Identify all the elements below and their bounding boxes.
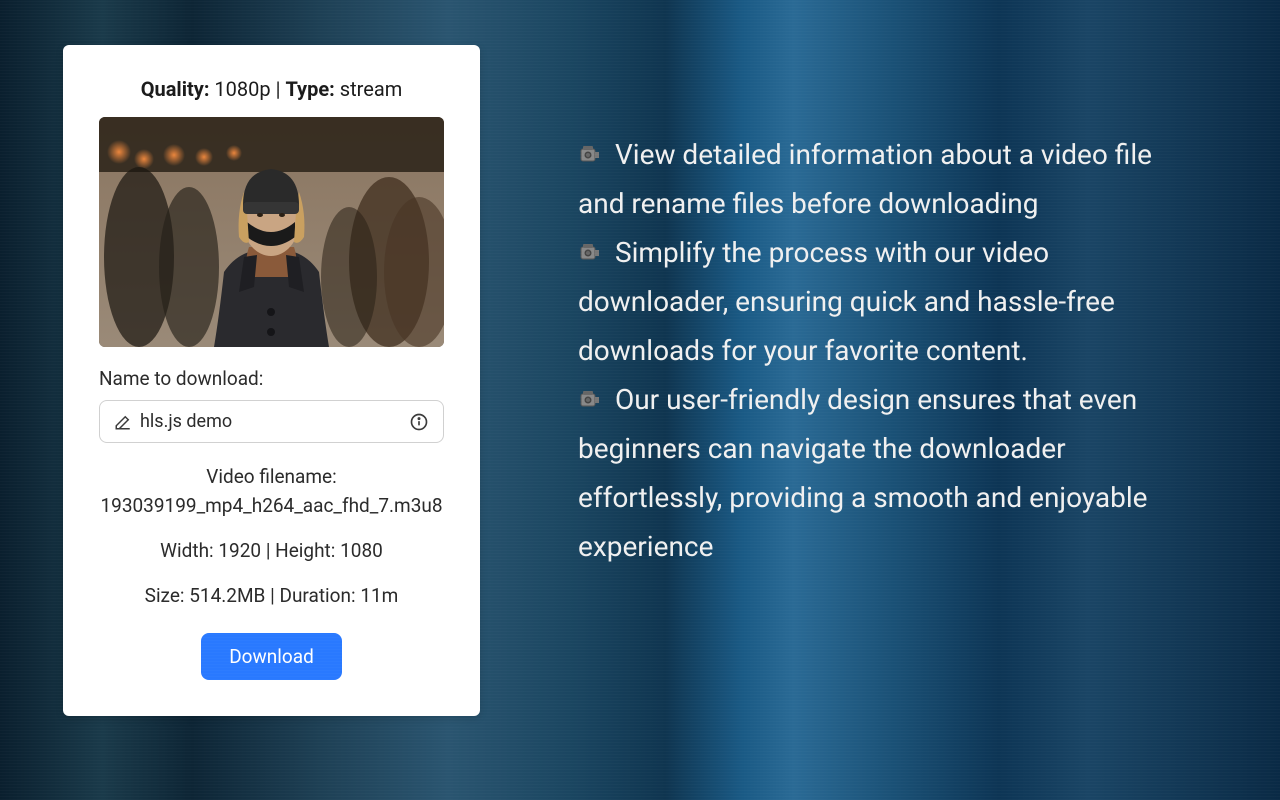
type-label: Type: (285, 77, 334, 101)
size-value: 514.2MB (189, 584, 265, 607)
separator: | (276, 77, 286, 101)
pencil-icon (114, 413, 132, 431)
height-value: 1080 (340, 539, 383, 562)
feature-text-2: Simplify the process with our video down… (578, 236, 1115, 367)
download-button[interactable]: Download (201, 633, 342, 680)
dimensions-line: Width: 1920 | Height: 1080 (99, 539, 444, 562)
type-value: stream (340, 77, 402, 101)
name-input[interactable] (140, 411, 401, 432)
duration-value: 11m (360, 584, 398, 607)
card-header: Quality: 1080p | Type: stream (99, 77, 444, 101)
camera-icon (578, 387, 602, 411)
video-thumbnail (99, 117, 444, 347)
width-value: 1920 (218, 539, 261, 562)
width-label: Width: (160, 539, 213, 562)
features-list: View detailed information about a video … (480, 0, 1280, 571)
camera-icon (578, 142, 602, 166)
feature-item-1: View detailed information about a video … (578, 130, 1200, 228)
quality-value: 1080p (214, 77, 270, 101)
name-label: Name to download: (99, 367, 444, 390)
filename-label: Video filename: (99, 465, 444, 488)
size-duration-line: Size: 514.2MB | Duration: 11m (99, 584, 444, 607)
feature-item-3: Our user-friendly design ensures that ev… (578, 375, 1200, 571)
name-input-wrapper[interactable] (99, 400, 444, 443)
video-info-card: Quality: 1080p | Type: stream (63, 45, 480, 716)
separator: | (266, 539, 275, 562)
feature-text-1: View detailed information about a video … (578, 138, 1152, 220)
filename-value: 193039199_mp4_h264_aac_fhd_7.m3u8 (99, 494, 444, 517)
size-label: Size: (145, 584, 185, 607)
feature-text-3: Our user-friendly design ensures that ev… (578, 383, 1148, 563)
camera-icon (578, 240, 602, 264)
height-label: Height: (275, 539, 335, 562)
quality-label: Quality: (141, 77, 210, 101)
info-icon[interactable] (409, 412, 429, 432)
duration-label: Duration: (279, 584, 355, 607)
feature-item-2: Simplify the process with our video down… (578, 228, 1200, 375)
